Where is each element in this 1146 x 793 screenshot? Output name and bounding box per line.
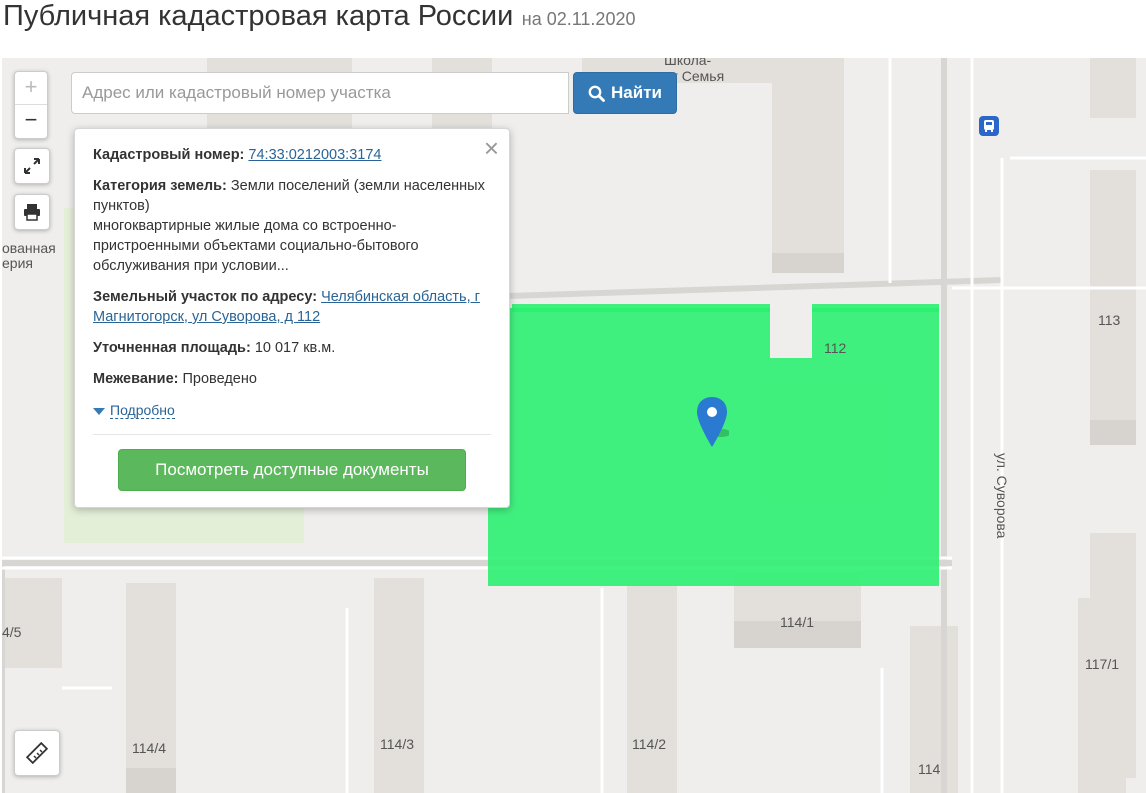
cadastral-number-row: Кадастровый номер: 74:33:0212003:3174 xyxy=(93,145,491,165)
map-label-113: 113 xyxy=(1098,312,1121,328)
survey-value: Проведено xyxy=(182,371,257,387)
street-label-suvorova: ул. Суворова xyxy=(994,453,1010,539)
map-label-left-cut-2: ерия xyxy=(2,255,33,271)
area-row: Уточненная площадь: 10 017 кв.м. xyxy=(93,338,491,358)
land-category-row: Категория земель: Земли поселений (земли… xyxy=(93,176,491,276)
search-button[interactable]: Найти xyxy=(573,72,677,114)
area-value: 10 017 кв.м. xyxy=(254,340,336,356)
map-label-4-5: 4/5 xyxy=(2,624,22,640)
address-label: Земельный участок по адресу: xyxy=(93,289,318,305)
parcel-info-popup: × Кадастровый номер: 74:33:0212003:3174 … xyxy=(74,128,510,508)
page-date: на 02.11.2020 xyxy=(521,9,636,29)
parcel-area-right[interactable] xyxy=(812,304,939,312)
search-icon xyxy=(588,85,605,102)
cadastral-number-label: Кадастровый номер: xyxy=(93,147,245,163)
print-button[interactable] xyxy=(14,194,50,230)
parcel-area-notch[interactable] xyxy=(512,304,770,312)
map-label-school: Школа- xyxy=(664,58,712,68)
bus-stop-icon[interactable] xyxy=(979,116,999,136)
map-label-112: 112 xyxy=(824,340,847,356)
cadastral-number-link[interactable]: 74:33:0212003:3174 xyxy=(248,147,381,163)
map-label-117-1: 117/1 xyxy=(1085,656,1119,672)
caret-down-icon xyxy=(93,407,105,415)
popup-divider xyxy=(93,434,491,435)
page-header: Публичная кадастровая карта России на 02… xyxy=(3,0,635,40)
page-title: Публичная кадастровая карта России xyxy=(3,0,514,32)
expand-icon xyxy=(24,158,40,174)
search-button-label: Найти xyxy=(611,83,662,102)
survey-label: Межевание: xyxy=(93,371,179,387)
ruler-icon xyxy=(26,742,48,764)
address-row: Земельный участок по адресу: Челябинская… xyxy=(93,287,491,327)
close-icon[interactable]: × xyxy=(484,135,499,161)
map-label-114: 114 xyxy=(918,761,941,777)
search-input[interactable] xyxy=(71,72,569,114)
printer-icon xyxy=(24,204,40,221)
view-documents-button[interactable]: Посмотреть доступные документы xyxy=(118,449,466,491)
details-link[interactable]: Подробно xyxy=(110,402,175,419)
land-category-label: Категория земель: xyxy=(93,178,227,194)
zoom-out-button[interactable]: − xyxy=(15,105,47,137)
area-label: Уточненная площадь: xyxy=(93,340,251,356)
parcel-cutout xyxy=(770,304,812,358)
zoom-control: + − xyxy=(14,71,48,139)
fullscreen-button[interactable] xyxy=(14,148,50,184)
map-label-114-4: 114/4 xyxy=(132,740,166,756)
ruler-button[interactable] xyxy=(14,730,60,776)
map-label-114-2: 114/2 xyxy=(632,736,666,752)
map-marker-icon[interactable] xyxy=(697,397,731,454)
map-label-left-cut-1: ованная xyxy=(2,240,56,256)
map-label-114-3: 114/3 xyxy=(380,736,414,752)
land-usage-value: многоквартирные жилые дома со встроенно-… xyxy=(93,218,419,274)
map-label-114-1: 114/1 xyxy=(780,614,814,630)
details-toggle[interactable]: Подробно xyxy=(93,400,491,421)
zoom-in-button[interactable]: + xyxy=(15,72,47,104)
survey-row: Межевание: Проведено xyxy=(93,369,491,389)
